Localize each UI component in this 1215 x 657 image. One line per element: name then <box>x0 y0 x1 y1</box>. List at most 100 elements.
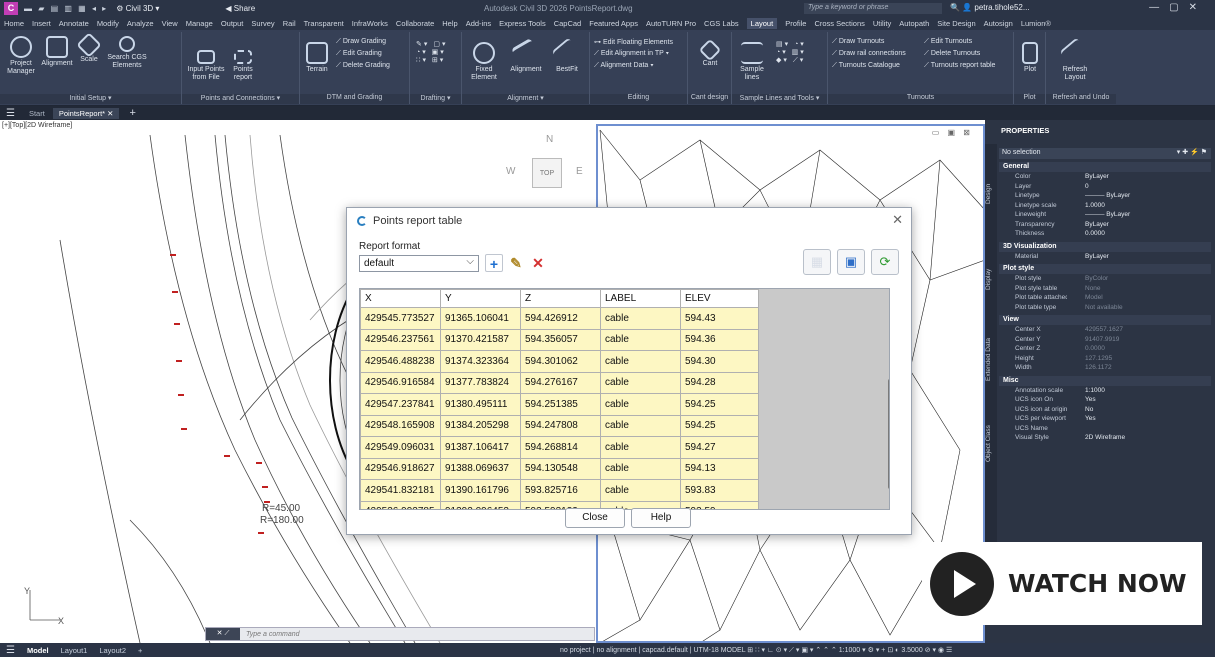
table-cell-y[interactable]: 91377.783824 <box>440 371 521 394</box>
draw-grading-button[interactable]: ⟋ Draw Grading <box>336 38 386 46</box>
table-row[interactable]: 429541.832181 91390.161796 593.825716 cable… <box>360 479 759 502</box>
prop-row[interactable]: Color ByLayer <box>999 173 1211 183</box>
table-cell-label[interactable]: cable <box>600 307 681 330</box>
menu-tab-autoturn-pro[interactable]: AutoTURN Pro <box>646 19 696 28</box>
prop-row[interactable]: Plot table type Not available <box>999 304 1211 314</box>
report-format-select[interactable]: default <box>359 255 479 272</box>
tab-pointsreport[interactable]: PointsReport* ✕ <box>52 107 120 119</box>
command-input[interactable]: Type a command <box>246 631 300 638</box>
table-cell-y[interactable]: 91388.069637 <box>440 457 521 480</box>
table-cell-elev[interactable]: 594.13 <box>680 457 759 480</box>
command-close-icon[interactable]: ✕ ⟋ <box>206 628 240 640</box>
new-tab-button[interactable]: + <box>129 107 135 119</box>
table-cell-y[interactable]: 91380.495111 <box>440 393 521 416</box>
menu-tab-manage[interactable]: Manage <box>186 19 213 28</box>
edit-floating-button[interactable]: ⊶ Edit Floating Elements <box>594 38 673 46</box>
column-header-label[interactable]: LABEL <box>600 289 681 308</box>
menu-tab-featured-apps[interactable]: Featured Apps <box>589 19 638 28</box>
plot-button[interactable]: Plot <box>1016 42 1044 74</box>
add-format-icon[interactable]: + <box>485 254 503 272</box>
add-layout-button[interactable]: + <box>138 646 142 655</box>
menu-tab-view[interactable]: View <box>162 19 178 28</box>
prop-row[interactable]: Plot style table None <box>999 285 1211 295</box>
menu-tab-rail[interactable]: Rail <box>283 19 296 28</box>
quick-access-toolbar[interactable]: ▬ ▰ ▤ ▥ ▦ ◂ ▸ <box>24 4 108 13</box>
menu-tab-infraworks[interactable]: InfraWorks <box>352 19 388 28</box>
app-logo-icon[interactable]: C <box>4 2 18 15</box>
tab-start[interactable]: Start <box>29 109 45 118</box>
table-cell-x[interactable]: 429545.773527 <box>360 307 441 330</box>
menu-tab-site-design[interactable]: Site Design <box>937 19 975 28</box>
window-controls[interactable]: —▢✕ <box>1149 2 1207 13</box>
edit-grading-button[interactable]: ⟋ Edit Grading <box>336 50 382 58</box>
column-header-z[interactable]: Z <box>520 289 601 308</box>
table-cell-label[interactable]: cable <box>600 436 681 459</box>
table-cell-label[interactable]: cable <box>600 479 681 502</box>
column-header-y[interactable]: Y <box>440 289 521 308</box>
cant-button[interactable]: Cant <box>692 38 728 68</box>
menu-tab-express-tools[interactable]: Express Tools <box>499 19 546 28</box>
table-cell-y[interactable]: 91392.096453 <box>440 500 521 509</box>
tab-layout2[interactable]: Layout2 <box>99 646 126 655</box>
table-cell-elev[interactable]: 594.30 <box>680 350 759 373</box>
sample-lines-tools[interactable]: ▤▾ ◔▾ ◔▾ ▥▾ ◆▾ ⟋▾ <box>776 40 806 65</box>
report-table-container[interactable]: X Y Z LABEL ELEV 429545.773527 91365.106041 59… <box>359 288 890 510</box>
tab-layout1[interactable]: Layout1 <box>61 646 88 655</box>
prop-row[interactable]: UCS icon On Yes <box>999 396 1211 406</box>
prop-section-plot-style[interactable]: Plot style <box>999 264 1211 274</box>
search-cgs-button[interactable]: Search CGS Elements <box>104 36 150 70</box>
prop-row[interactable]: Lineweight ——— ByLayer <box>999 211 1211 221</box>
dialog-close-icon[interactable]: ✕ <box>892 212 903 228</box>
viewport-window-controls[interactable]: ▭ ▣ ⊠ <box>932 128 973 137</box>
tab-model[interactable]: Model <box>27 646 49 655</box>
edit-alignment-tp-button[interactable]: ⟋ Edit Alignment in TP ▾ <box>594 50 669 58</box>
edit-turnouts-button[interactable]: ⟋ Edit Turnouts <box>924 38 972 46</box>
menu-tab-profile[interactable]: Profile <box>785 19 806 28</box>
table-cell-label[interactable]: cable <box>600 393 681 416</box>
prop-row[interactable]: UCS icon at origin No <box>999 406 1211 416</box>
alignment-button[interactable]: Alignment <box>40 36 74 68</box>
prop-row[interactable]: Visual Style 2D Wireframe <box>999 434 1211 444</box>
table-cell-z[interactable]: 594.276167 <box>520 371 601 394</box>
table-cell-x[interactable]: 429546.916584 <box>360 371 441 394</box>
viewcube-north[interactable]: N <box>546 134 553 145</box>
menu-tab-cgs-labs[interactable]: CGS Labs <box>704 19 739 28</box>
menu-tab-modify[interactable]: Modify <box>97 19 119 28</box>
prop-section-3d-visualization[interactable]: 3D Visualization <box>999 241 1211 252</box>
close-button[interactable]: Close <box>565 508 625 528</box>
layout-menu-icon[interactable]: ☰ <box>6 645 15 656</box>
table-cell-z[interactable]: 594.356057 <box>520 328 601 351</box>
table-scrollbar[interactable] <box>888 379 889 489</box>
table-cell-label[interactable]: cable <box>600 328 681 351</box>
viewport-controls-label[interactable]: [+][Top][2D Wireframe] <box>2 122 72 129</box>
table-row[interactable]: 429546.916584 91377.783824 594.276167 cable… <box>360 371 759 394</box>
menu-tab-collaborate[interactable]: Collaborate <box>396 19 434 28</box>
prop-row[interactable]: Center Z 0.0000 <box>999 345 1211 355</box>
side-tab-extended-data[interactable]: Extended Data <box>985 314 997 404</box>
prop-row[interactable]: Transparency ByLayer <box>999 221 1211 231</box>
table-row[interactable]: 429546.237561 91370.421587 594.356057 cable… <box>360 328 759 351</box>
delete-turnouts-button[interactable]: ⟋ Delete Turnouts <box>924 50 980 58</box>
delete-grading-button[interactable]: ⟋ Delete Grading <box>336 62 390 70</box>
table-row[interactable]: 429548.165908 91384.205298 594.247808 cable… <box>360 414 759 437</box>
sample-lines-button[interactable]: Sample lines <box>734 42 770 82</box>
alignment2-button[interactable]: Alignment <box>506 37 546 74</box>
refresh-layout-button[interactable]: Refresh Layout <box>1054 37 1096 82</box>
table-row[interactable]: 429546.488238 91374.323364 594.301062 cable… <box>360 350 759 373</box>
delete-format-icon[interactable]: ✕ <box>529 254 547 272</box>
prop-row[interactable]: Center X 429557.1627 <box>999 326 1211 336</box>
hamburger-icon[interactable]: ☰ <box>6 108 15 119</box>
table-cell-z[interactable]: 594.251385 <box>520 393 601 416</box>
prop-row[interactable]: Height 127.1295 <box>999 355 1211 365</box>
menu-tab-utility[interactable]: Utility <box>873 19 891 28</box>
prop-section-general[interactable]: General <box>999 162 1211 172</box>
table-cell-elev[interactable]: 594.25 <box>680 414 759 437</box>
viewcube-top-face[interactable]: TOP <box>532 158 562 188</box>
table-cell-elev[interactable]: 594.43 <box>680 307 759 330</box>
prop-row[interactable]: Plot style ByColor <box>999 275 1211 285</box>
table-cell-y[interactable]: 91370.421587 <box>440 328 521 351</box>
project-manager-button[interactable]: Project Manager <box>4 36 38 76</box>
prop-row[interactable]: Center Y 91407.9919 <box>999 336 1211 346</box>
table-cell-elev[interactable]: 594.27 <box>680 436 759 459</box>
viewcube-west[interactable]: W <box>506 166 515 177</box>
